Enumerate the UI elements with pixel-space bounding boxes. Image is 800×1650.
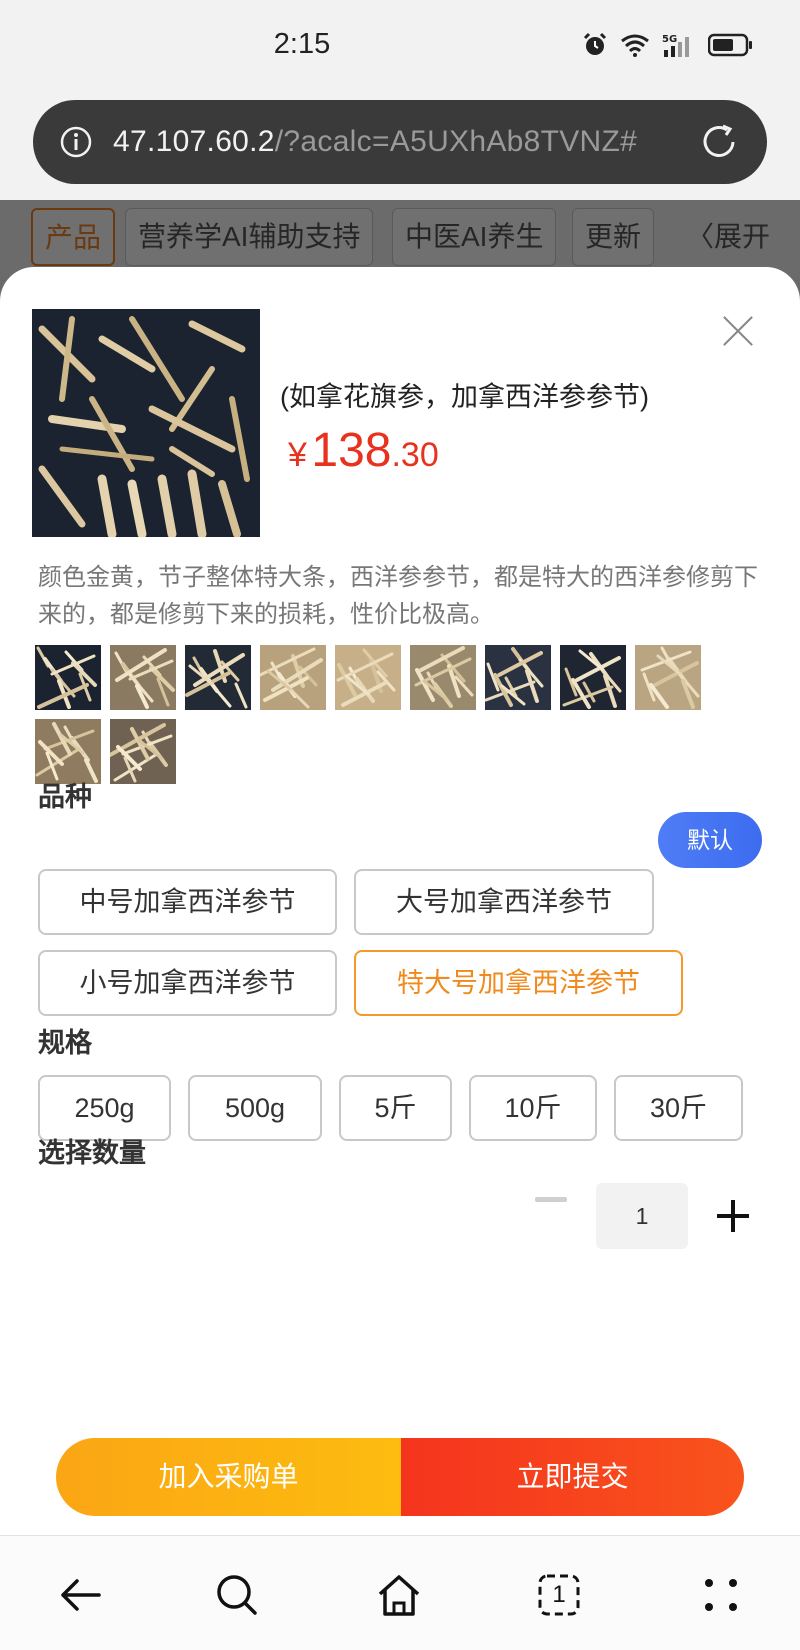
svg-text:5G: 5G [662,34,677,45]
product-image[interactable] [32,309,260,537]
variety-option-medium[interactable]: 中号加拿西洋参节 [38,869,337,935]
tabs-button[interactable]: 1 [534,1570,584,1620]
product-thumbnail[interactable] [635,645,701,710]
product-thumbnail[interactable] [260,645,326,710]
search-icon[interactable] [212,1570,262,1620]
reload-icon[interactable] [697,120,741,164]
submit-order-button[interactable]: 立即提交 [401,1438,744,1516]
spec-option-10jin[interactable]: 10斤 [469,1075,597,1141]
spec-option-500g[interactable]: 500g [188,1075,322,1141]
product-options-sheet: (如拿花旗参，加拿西洋参参节) ¥ 138.30 颜色金黄，节子整体特大条，西洋… [0,267,800,1535]
thumbnail-gallery [35,645,755,784]
product-thumbnail[interactable] [35,645,101,710]
alarm-icon [583,32,607,55]
product-thumbnail[interactable] [560,645,626,710]
nav-tab-tcm-ai[interactable]: 中医AI养生 [392,208,557,266]
more-menu-icon[interactable] [696,1570,746,1620]
status-icons: 5G [582,32,754,58]
status-bar: 2:15 5G [0,0,800,92]
variety-label: 品种 [38,782,92,812]
default-badge[interactable]: 默认 [658,812,762,868]
site-nav: 产品 营养学AI辅助支持 中医AI养生 更新 〈展开 [0,200,800,275]
back-arrow-icon[interactable] [55,1570,105,1620]
product-thumbnail[interactable] [335,645,401,710]
url-text[interactable]: 47.107.60.2/?acalc=A5UXhAb8TVNZ# [113,125,673,159]
chevron-left-icon: 〈 [685,221,714,252]
home-icon[interactable] [374,1570,424,1620]
info-icon[interactable] [59,125,93,159]
variety-option-large[interactable]: 大号加拿西洋参节 [354,869,654,935]
status-time: 2:15 [273,28,331,60]
variety-option-small[interactable]: 小号加拿西洋参节 [38,950,337,1016]
product-price: ¥ 138.30 [288,424,439,477]
nav-tab-products[interactable]: 产品 [31,208,116,266]
quantity-increase-button[interactable] [717,1200,749,1232]
tab-count: 1 [552,1581,566,1608]
spec-option-30jin[interactable]: 30斤 [614,1075,743,1141]
product-thumbnail[interactable] [485,645,551,710]
variety-option-extra-large[interactable]: 特大号加拿西洋参节 [354,950,683,1016]
nav-tab-nutrition-ai[interactable]: 营养学AI辅助支持 [125,208,374,266]
spec-label: 规格 [38,1028,92,1058]
browser-bottom-bar: 1 [0,1535,800,1650]
nav-tab-updates[interactable]: 更新 [572,208,655,266]
product-thumbnail[interactable] [185,645,251,710]
product-description: 颜色金黄，节子整体特大条，西洋参参节，都是特大的西洋参修剪下来的，都是修剪下来的… [38,564,758,628]
browser-toolbar: 47.107.60.2/?acalc=A5UXhAb8TVNZ# [0,92,800,200]
add-to-cart-button[interactable]: 加入采购单 [56,1438,401,1516]
product-thumbnail[interactable] [410,645,476,710]
close-icon[interactable] [722,315,754,347]
battery-icon [708,33,752,57]
product-title: (如拿花旗参，加拿西洋参参节) [280,382,649,412]
quantity-label: 选择数量 [38,1138,146,1168]
spec-option-5jin[interactable]: 5斤 [339,1075,452,1141]
product-thumbnail[interactable] [110,645,176,710]
signal-5g-icon: 5G [662,34,689,57]
quantity-input[interactable]: 1 [596,1183,688,1249]
quantity-decrease-button[interactable] [535,1197,567,1202]
wifi-icon [621,34,649,57]
product-thumbnail[interactable] [110,719,176,784]
address-bar[interactable]: 47.107.60.2/?acalc=A5UXhAb8TVNZ# [33,100,767,184]
nav-expand-button[interactable]: 〈展开 [686,208,770,266]
